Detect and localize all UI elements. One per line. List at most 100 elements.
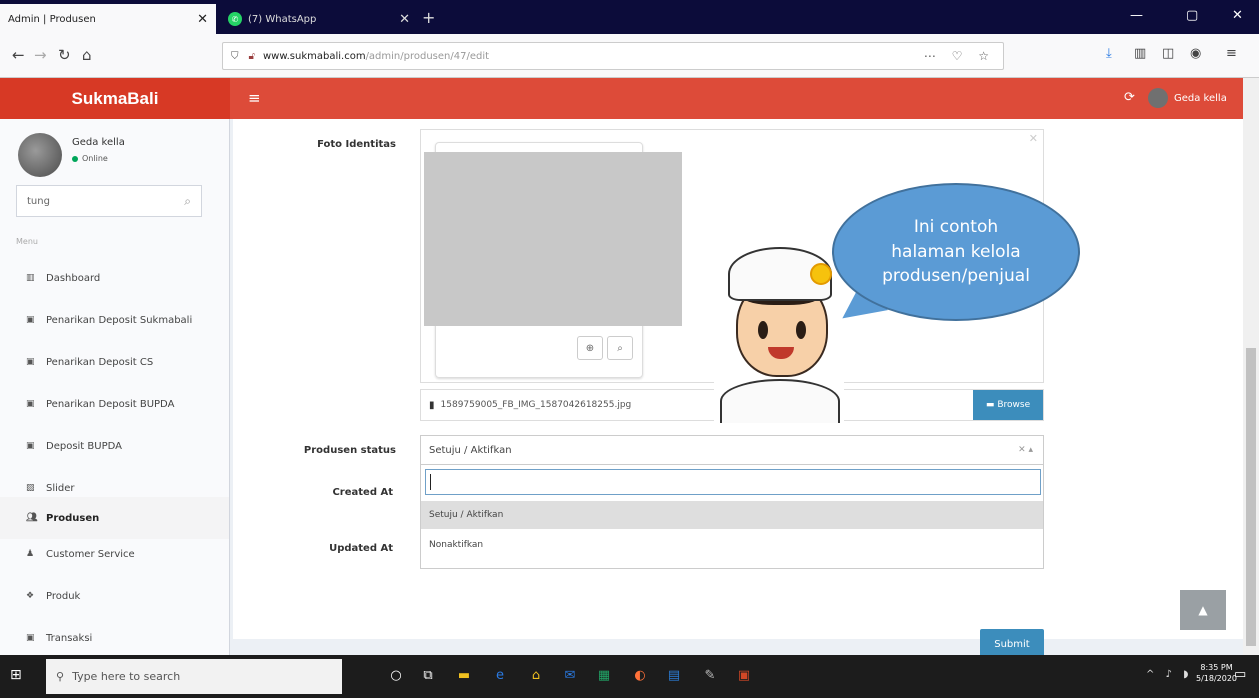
produsen-status-label: Produsen status xyxy=(303,445,396,456)
sidebar-item-customer-service[interactable]: ♟ Customer Service xyxy=(0,535,229,573)
status-option[interactable]: Setuju / Aktifkan xyxy=(421,501,1043,529)
url-domain: www.sukmabali.com xyxy=(262,50,366,62)
user-name: Geda kella xyxy=(72,137,125,148)
user-icon: ♟ xyxy=(26,549,35,559)
scrollbar-thumb[interactable] xyxy=(1246,348,1256,646)
firefox-icon[interactable]: ◐ xyxy=(630,665,650,685)
sidebar-item-penarikan-deposit-cs[interactable]: ▣ Penarikan Deposit CS xyxy=(0,343,229,381)
money-icon: ▣ xyxy=(26,633,35,643)
callout-line: Ini contoh xyxy=(913,217,999,238)
image-icon: ▨ xyxy=(26,483,35,493)
sidebar-item-produsen[interactable]: 👥︎ Produsen xyxy=(0,497,229,539)
menu-icon[interactable]: ≡ xyxy=(1226,46,1237,61)
shield-icon: ⛉ xyxy=(231,50,239,62)
brand-logo[interactable]: SukmaBali xyxy=(0,78,230,119)
windows-start-icon[interactable]: ⊞ xyxy=(10,667,22,683)
dropdown-search-input[interactable] xyxy=(425,469,1041,495)
minimize-icon[interactable]: — xyxy=(1130,8,1143,23)
foto-identitas-label: Foto Identitas xyxy=(317,139,396,150)
produsen-status-select[interactable]: Setuju / Aktifkan ✕ ▴ xyxy=(420,435,1044,465)
home-icon[interactable]: ⌂ xyxy=(82,46,92,64)
sidebar-item-deposit-bupda[interactable]: ▣ Deposit BUPDA xyxy=(0,427,229,465)
paint-icon[interactable]: ✎ xyxy=(700,665,720,685)
sidebar-item-penarikan-deposit-sukmabali[interactable]: ▣ Penarikan Deposit Sukmabali xyxy=(0,301,229,339)
cortana-icon[interactable]: ○ xyxy=(386,665,406,685)
avatar xyxy=(18,133,62,177)
sidebar-toggle-icon[interactable]: ◫ xyxy=(1162,46,1174,61)
user-status: Online xyxy=(72,154,125,163)
status-dropdown: Setuju / Aktifkan Nonaktifkan xyxy=(420,465,1044,569)
forward-icon[interactable]: → xyxy=(34,46,47,64)
online-dot-icon xyxy=(72,155,78,162)
file-explorer-icon[interactable]: ▬ xyxy=(454,665,474,685)
powerpoint-icon[interactable]: ▣ xyxy=(734,665,754,685)
app-header: SukmaBali ≡ ⟳ Geda kella xyxy=(0,78,1259,119)
word-icon[interactable]: ▤ xyxy=(664,665,684,685)
bar-chart-icon: ▥ xyxy=(26,273,35,283)
back-icon[interactable]: ← xyxy=(12,46,25,64)
character-illustration xyxy=(714,243,844,423)
header-user-menu[interactable]: Geda kella xyxy=(1148,88,1227,108)
system-tray-icon[interactable]: ^ ♪ ◗ xyxy=(1146,669,1192,680)
account-icon[interactable]: ◉ xyxy=(1190,46,1201,61)
taskbar: ⊞ ⚲ Type here to search ○ ⧉ ▬ e ⌂ ✉ ▦ ◐ … xyxy=(0,655,1259,698)
upload-icon[interactable]: ⊕ xyxy=(577,336,603,360)
folder-icon: ▬ xyxy=(985,400,995,410)
zoom-icon[interactable]: ⌕ xyxy=(607,336,633,360)
library-icon[interactable]: ▥ xyxy=(1134,46,1146,61)
select-arrows-icon: ✕ ▴ xyxy=(1018,445,1033,455)
page-scrollbar[interactable] xyxy=(1243,78,1259,655)
money-icon: ▣ xyxy=(26,315,35,325)
edge-icon[interactable]: e xyxy=(490,665,510,685)
sidebar-item-transaksi[interactable]: ▣ Transaksi xyxy=(0,619,229,657)
tab-title: (7) WhatsApp xyxy=(248,13,317,25)
excel-icon[interactable]: ▦ xyxy=(594,665,614,685)
page-actions-icon[interactable]: ⋯ ♡ ☆ xyxy=(924,49,995,63)
taskbar-search-input[interactable]: ⚲ Type here to search xyxy=(46,659,342,694)
sidebar-item-produk[interactable]: ❖ Produk xyxy=(0,577,229,615)
search-icon[interactable]: ⌕ xyxy=(184,194,191,209)
browser-navbar: ← → ↻ ⌂ ⛉ 🔓︎ www.sukmabali.com /admin/pr… xyxy=(0,34,1259,78)
callout-line: produsen/penjual xyxy=(882,266,1030,287)
maximize-icon[interactable]: ▢ xyxy=(1186,8,1198,23)
flower-icon xyxy=(810,263,832,285)
store-icon[interactable]: ⌂ xyxy=(526,665,546,685)
menu-header: Menu xyxy=(16,237,38,246)
edit-form-box: Foto Identitas ✕ ⊕ ⌕ ▮ 1589759005_FB_IMG… xyxy=(233,119,1243,659)
remove-icon[interactable]: ✕ xyxy=(1029,132,1038,145)
new-tab-icon[interactable]: + xyxy=(422,8,435,27)
browser-tab-admin[interactable]: Admin | Produsen ✕ xyxy=(0,4,216,34)
users-icon: 👥︎ xyxy=(26,513,38,523)
task-view-icon[interactable]: ⧉ xyxy=(418,665,438,685)
notification-icon[interactable]: ▭ xyxy=(1234,667,1246,682)
thumbnail-image xyxy=(424,152,682,326)
mail-icon[interactable]: ✉ xyxy=(560,665,580,685)
money-icon: ▣ xyxy=(26,441,35,451)
close-icon[interactable]: ✕ xyxy=(197,12,208,27)
sidebar-search-input[interactable]: tung ⌕ xyxy=(16,185,202,217)
avatar xyxy=(1148,88,1168,108)
sidebar-item-penarikan-deposit-bupda[interactable]: ▣ Penarikan Deposit BUPDA xyxy=(0,385,229,423)
money-icon: ▣ xyxy=(26,399,35,409)
file-icon: ▮ xyxy=(429,399,435,411)
browse-button[interactable]: ▬ Browse xyxy=(973,390,1043,420)
refresh-icon[interactable]: ⟳ xyxy=(1124,90,1135,105)
sidebar-item-dashboard[interactable]: ▥ Dashboard xyxy=(0,259,229,297)
close-window-icon[interactable]: ✕ xyxy=(1232,8,1243,23)
user-panel: Geda kella Online xyxy=(18,133,125,177)
browser-tab-whatsapp[interactable]: ✆ (7) WhatsApp ✕ xyxy=(220,4,418,34)
reload-icon[interactable]: ↻ xyxy=(58,46,71,64)
browser-tab-strip: Admin | Produsen ✕ ✆ (7) WhatsApp ✕ + — … xyxy=(0,0,1259,34)
hamburger-icon[interactable]: ≡ xyxy=(248,89,261,107)
tab-title: Admin | Produsen xyxy=(8,13,96,25)
money-icon: ▣ xyxy=(26,357,35,367)
callout-bubble: Ini contoh halaman kelola produsen/penju… xyxy=(828,183,1080,331)
url-bar[interactable]: ⛉ 🔓︎ www.sukmabali.com /admin/produsen/4… xyxy=(222,42,1004,70)
close-icon[interactable]: ✕ xyxy=(399,12,410,27)
status-option[interactable]: Nonaktifkan xyxy=(421,531,1043,559)
insecure-lock-icon[interactable]: 🔓︎ xyxy=(249,51,255,62)
scroll-to-top-button[interactable]: ▲ xyxy=(1180,590,1226,630)
chevron-up-icon: ▲ xyxy=(1198,603,1208,617)
clock[interactable]: 8:35 PM 5/18/2020 xyxy=(1196,662,1237,684)
download-icon[interactable]: ⤓ xyxy=(1106,46,1112,61)
